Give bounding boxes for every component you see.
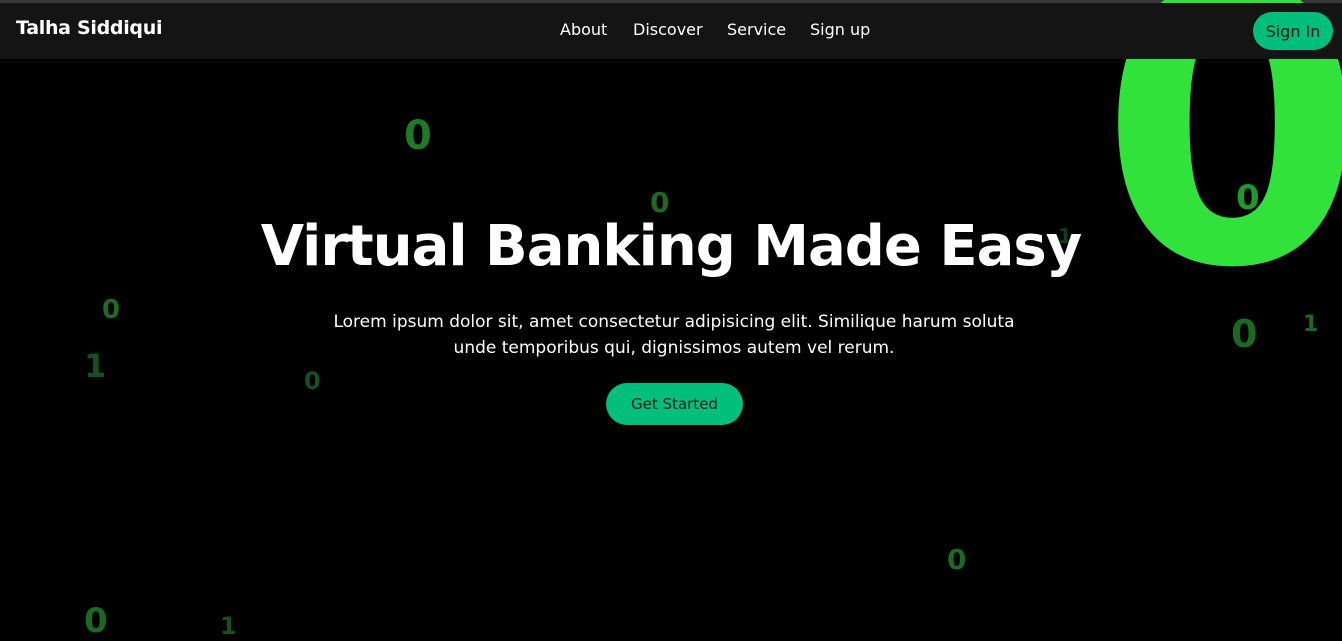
matrix-digit: 1 (220, 612, 237, 640)
matrix-digit: 0 (84, 601, 108, 641)
hero-description: Lorem ipsum dolor sit, amet consectetur … (333, 312, 1015, 358)
sign-in-button[interactable]: Sign In (1253, 12, 1333, 50)
matrix-digit: 1 (84, 347, 107, 385)
matrix-digit: 0 (650, 186, 670, 219)
matrix-digit: 0 (404, 113, 432, 159)
matrix-digit: 0 (1231, 312, 1258, 356)
nav-link-about[interactable]: About (560, 20, 607, 39)
matrix-digit: 1 (1303, 312, 1319, 337)
matrix-digit: 0 (947, 543, 967, 576)
matrix-digit: 0 (102, 295, 121, 325)
matrix-digit: 0 (1236, 178, 1260, 218)
matrix-digit: 0 (304, 367, 321, 395)
nav-links: About Discover Service Sign up (0, 20, 1342, 42)
nav-link-discover[interactable]: Discover (633, 20, 703, 39)
get-started-button[interactable]: Get Started (606, 383, 743, 425)
nav-link-service[interactable]: Service (727, 20, 786, 39)
nav-link-sign-up[interactable]: Sign up (810, 20, 870, 39)
hero-title: Virtual Banking Made Easy (260, 214, 1082, 279)
navbar: Talha Siddiqui About Discover Service Si… (0, 3, 1342, 59)
